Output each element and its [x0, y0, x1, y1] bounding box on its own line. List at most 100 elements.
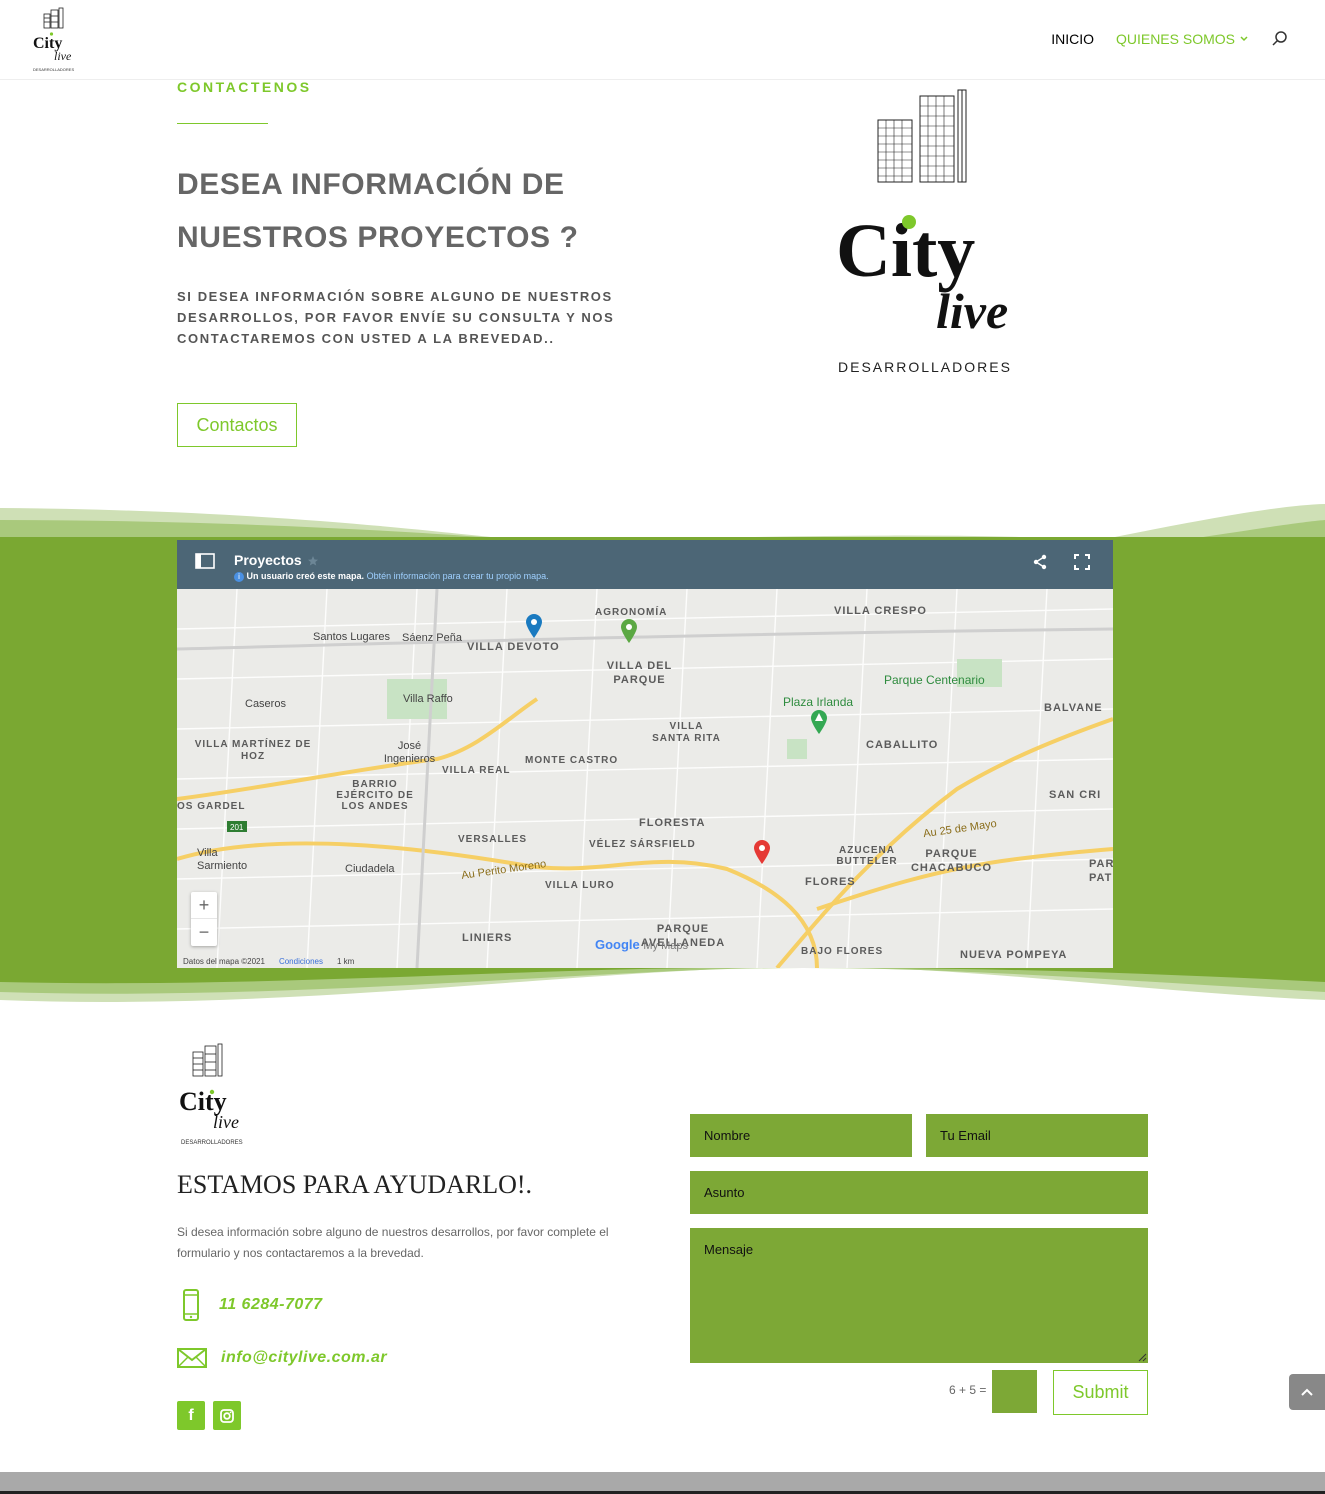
map-label-floresta: FLORESTA — [639, 817, 706, 829]
map-data-credit: Datos del mapa ©2021 — [183, 957, 265, 966]
map-label-os-gardel: OS GARDEL — [177, 801, 246, 812]
hero-title-line1: DESEA INFORMACIÓN DE — [177, 168, 565, 201]
map-label-caseros: Caseros — [245, 698, 286, 710]
nav-inicio[interactable]: INICIO — [1051, 31, 1094, 47]
mymaps-logo-text: My Maps — [643, 940, 689, 952]
map-terms-link[interactable]: Condiciones — [279, 957, 323, 966]
main-nav: INICIO QUIENES SOMOS — [1051, 30, 1289, 48]
map-label-villa-santa-rita: VILLA SANTA RITA — [652, 721, 721, 744]
map-label-parque-patricios: PAR PAT — [1089, 858, 1113, 884]
captcha-input[interactable] — [992, 1370, 1037, 1413]
subject-field[interactable]: Asunto — [690, 1171, 1148, 1214]
footer-title: ESTAMOS PARA AYUDARLO!. — [177, 1170, 533, 1199]
info-icon: i — [234, 572, 244, 582]
resize-handle-icon[interactable] — [1137, 1352, 1147, 1362]
star-icon[interactable] — [307, 555, 319, 567]
message-field[interactable]: Mensaje — [690, 1228, 1148, 1363]
footer-bottom-bar — [0, 1472, 1325, 1494]
hero-title-line2: NUESTROS PROYECTOS ? — [177, 221, 579, 254]
site-header: City live DESARROLLADORES INICIO QUIENES… — [0, 0, 1325, 80]
email-address[interactable]: info@citylive.com.ar — [221, 1349, 387, 1367]
map-label-saenz-pena: Sáenz Peña — [402, 632, 462, 644]
embedded-map[interactable]: Proyectos i Un usuario creó este mapa. O… — [177, 540, 1113, 968]
zoom-controls: + − — [191, 892, 217, 946]
map-label-caballito: CABALLITO — [866, 739, 939, 751]
map-label-parque-chacabuco: PARQUE CHACABUCO — [910, 848, 993, 874]
facebook-icon: f — [188, 1406, 194, 1424]
map-roads: 201 — [177, 589, 1113, 968]
hero-text: SI DESEA INFORMACIÓN SOBRE ALGUNO DE NUE… — [177, 289, 615, 346]
logo-tagline: DESARROLLADORES — [838, 359, 1012, 375]
map-sub-link[interactable]: Obtén información para crear tu propio m… — [367, 571, 549, 581]
map-label-villa-real: VILLA REAL — [442, 765, 511, 776]
map-canvas[interactable]: 201 VILLA DEVOTO AGRONOMÍA VILLA CRESPO … — [177, 589, 1113, 968]
contactos-button[interactable]: Contactos — [177, 403, 297, 447]
map-footer: Datos del mapa ©2021 Condiciones 1 km — [183, 957, 354, 966]
map-label-plaza-irlanda: Plaza Irlanda — [783, 695, 854, 709]
map-label-villa-crespo: VILLA CRESPO — [834, 605, 927, 617]
map-label-villa-luro: VILLA LURO — [545, 880, 615, 891]
captcha-question: 6 + 5 = — [949, 1383, 987, 1397]
map-label-san-cristobal: SAN CRI — [1049, 789, 1102, 801]
mobile-phone-icon — [183, 1289, 199, 1321]
fullscreen-icon[interactable] — [1074, 554, 1090, 570]
logo-live-text: live — [936, 283, 1008, 339]
back-to-top-button[interactable] — [1289, 1374, 1325, 1410]
share-icon[interactable] — [1032, 554, 1048, 570]
map-label-villa-martinez: VILLA MARTÍNEZ DE HOZ — [194, 739, 312, 762]
map-marker-green[interactable] — [620, 618, 638, 644]
map-label-versalles: VERSALLES — [458, 834, 528, 845]
map-label-parque-centenario: Parque Centenario — [884, 673, 985, 687]
eyebrow-divider — [177, 123, 268, 124]
map-marker-blue[interactable] — [525, 613, 543, 639]
facebook-button[interactable]: f — [177, 1401, 205, 1430]
envelope-icon — [177, 1348, 207, 1368]
svg-text:live: live — [213, 1112, 239, 1132]
map-sub-text: Un usuario creó este mapa. — [246, 571, 365, 581]
logo-icon[interactable]: City live DESARROLLADORES — [30, 4, 80, 76]
chevron-up-icon — [1301, 1388, 1313, 1396]
map-label-villa-del-parque: VILLA DEL PARQUE — [606, 660, 673, 686]
map-scale: 1 km — [336, 957, 355, 966]
instagram-icon — [220, 1408, 234, 1423]
nav-quienes-somos[interactable]: QUIENES SOMOS — [1116, 31, 1249, 47]
map-label-monte-castro: MONTE CASTRO — [525, 755, 619, 766]
map-label-flores: FLORES — [805, 876, 856, 888]
google-mymaps-logo: Google My Maps — [595, 937, 688, 952]
map-label-barrio-ejercito: BARRIO EJÉRCITO DE LOS ANDES — [336, 779, 414, 812]
section-eyebrow: CONTACTENOS — [177, 79, 312, 95]
footer-text: Si desea información sobre alguno de nue… — [177, 1225, 609, 1260]
chevron-down-icon — [1240, 36, 1248, 42]
zoom-out-button[interactable]: − — [191, 919, 217, 946]
google-logo-text: Google — [595, 937, 640, 952]
map-label-balvanera: BALVANE — [1044, 702, 1103, 714]
map-marker-red[interactable] — [753, 839, 771, 865]
zoom-in-button[interactable]: + — [191, 892, 217, 919]
buildings-icon — [877, 89, 967, 183]
search-icon[interactable] — [1271, 30, 1289, 48]
svg-text:DESARROLLADORES: DESARROLLADORES — [33, 67, 74, 72]
name-field[interactable]: Nombre — [690, 1114, 912, 1157]
instagram-button[interactable] — [213, 1401, 241, 1430]
map-label-ciudadela: Ciudadela — [345, 863, 395, 875]
map-label-liniers: LINIERS — [462, 932, 513, 944]
map-marker-park[interactable] — [810, 709, 828, 735]
footer-logo: City live DESARROLLADORES — [179, 1043, 243, 1146]
phone-row: 11 6284-7077 — [177, 1288, 323, 1322]
route-201-label: 201 — [230, 823, 244, 832]
email-row: info@citylive.com.ar — [177, 1346, 387, 1370]
phone-number[interactable]: 11 6284-7077 — [219, 1296, 323, 1314]
map-label-villa-sarmiento: Villa Sarmiento — [197, 847, 248, 872]
map-header: Proyectos i Un usuario creó este mapa. O… — [177, 540, 1113, 589]
map-label-santos-lugares: Santos Lugares — [313, 631, 391, 643]
submit-button[interactable]: Submit — [1053, 1370, 1148, 1415]
map-label-jose-ingenieros: José Ingenieros — [383, 740, 436, 765]
logo-dot — [902, 215, 916, 229]
svg-text:live: live — [54, 49, 72, 63]
map-label-azucena: AZUCENA BUTTELER — [836, 845, 898, 867]
map-subtitle: i Un usuario creó este mapa. Obtén infor… — [234, 571, 549, 582]
city-live-logo: City live DESARROLLADORES — [836, 89, 1012, 375]
svg-text:DESARROLLADORES: DESARROLLADORES — [181, 1140, 243, 1146]
map-panel-toggle-icon[interactable] — [195, 553, 215, 569]
email-field[interactable]: Tu Email — [926, 1114, 1148, 1157]
